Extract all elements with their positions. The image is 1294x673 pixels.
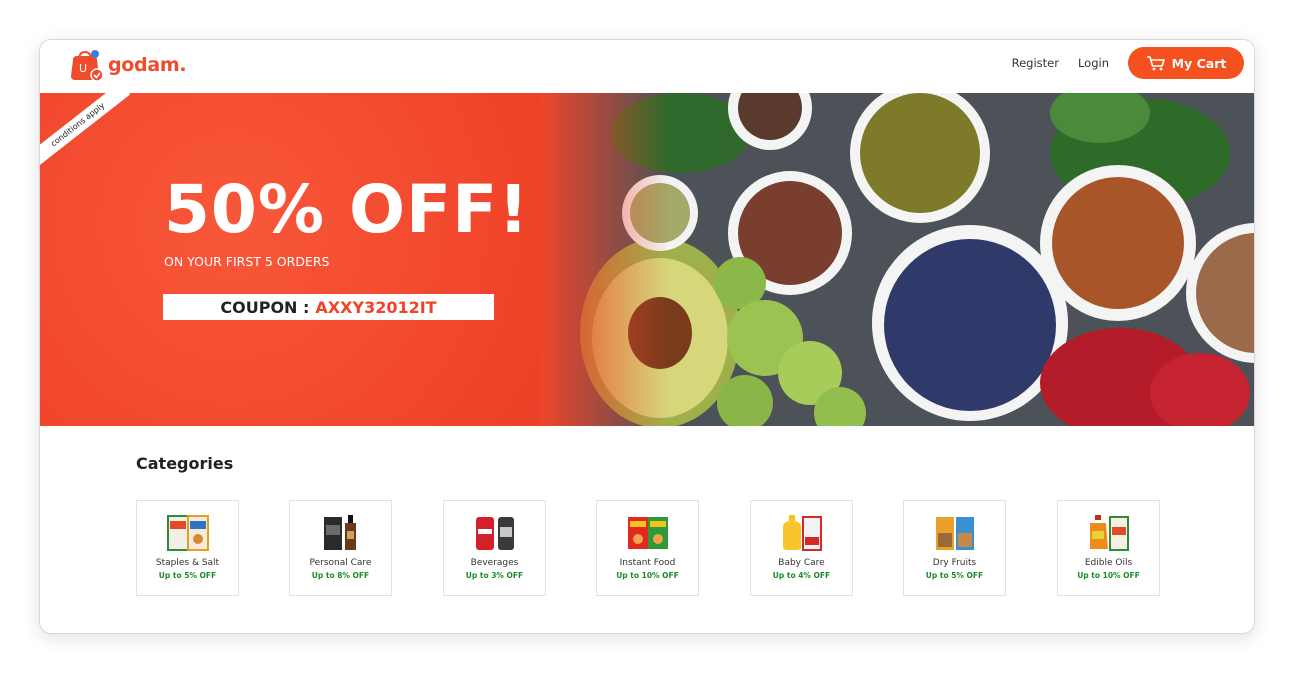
edible-oils-icon — [1090, 515, 1129, 551]
my-cart-label: My Cart — [1171, 55, 1227, 71]
banner-headline: 50% OFF! — [164, 171, 530, 248]
brand-name: godam. — [108, 54, 187, 76]
logo[interactable]: U godam. — [67, 48, 187, 82]
coupon-box: COUPON : AXXY32012IT — [163, 294, 494, 320]
category-offer: Up to 5% OFF — [925, 571, 984, 580]
category-name: Dry Fruits — [932, 558, 977, 568]
category-offer: Up to 10% OFF — [1077, 571, 1140, 580]
shopping-bag-icon: U — [67, 48, 105, 82]
dry-fruits-icon — [936, 517, 974, 550]
header: U godam. Register Login My Cart — [40, 40, 1254, 93]
category-card-dry-fruits[interactable]: Dry Fruits Up to 5% OFF — [903, 500, 1006, 596]
category-name: Edible Oils — [1084, 558, 1133, 568]
category-offer: Up to 4% OFF — [772, 571, 831, 580]
login-link[interactable]: Login — [1078, 56, 1109, 70]
coupon-code: AXXY32012IT — [315, 297, 437, 317]
coupon-label: COUPON : — [220, 297, 310, 317]
category-offer: Up to 8% OFF — [311, 571, 370, 580]
categories-title: Categories — [136, 454, 234, 473]
top-nav: Register Login My Cart — [1012, 47, 1244, 79]
category-name: Personal Care — [309, 558, 372, 568]
category-card-instant-food[interactable]: Instant Food Up to 10% OFF — [596, 500, 699, 596]
register-link[interactable]: Register — [1012, 56, 1059, 70]
category-card-staples[interactable]: Staples & Salt Up to 5% OFF — [136, 500, 239, 596]
category-offer: Up to 5% OFF — [158, 571, 217, 580]
food-bowls-image — [540, 93, 1254, 426]
category-name: Staples & Salt — [155, 558, 220, 568]
baby-care-icon — [783, 515, 822, 551]
category-card-personal-care[interactable]: Personal Care Up to 8% OFF — [289, 500, 392, 596]
category-name: Beverages — [470, 558, 519, 568]
category-offer: Up to 3% OFF — [465, 571, 524, 580]
category-offer: Up to 10% OFF — [616, 571, 679, 580]
banner-subline: ON YOUR FIRST 5 ORDERS — [164, 254, 330, 269]
category-card-beverages[interactable]: Beverages Up to 3% OFF — [443, 500, 546, 596]
category-card-baby-care[interactable]: Baby Care Up to 4% OFF — [750, 500, 853, 596]
personal-care-icon — [324, 515, 356, 550]
staples-icon — [167, 515, 209, 551]
beverages-icon — [476, 517, 514, 550]
category-name: Baby Care — [778, 558, 825, 568]
category-card-edible-oils[interactable]: Edible Oils Up to 10% OFF — [1057, 500, 1160, 596]
instant-food-icon — [628, 517, 668, 549]
promo-banner[interactable]: conditions apply 50% OFF! ON YOUR FIRST … — [40, 93, 1254, 426]
my-cart-button[interactable]: My Cart — [1128, 47, 1244, 79]
app-window: U godam. Register Login My Cart conditio… — [39, 39, 1255, 634]
cart-icon — [1146, 56, 1165, 71]
category-name: Instant Food — [619, 558, 676, 568]
svg-text:U: U — [79, 62, 87, 75]
